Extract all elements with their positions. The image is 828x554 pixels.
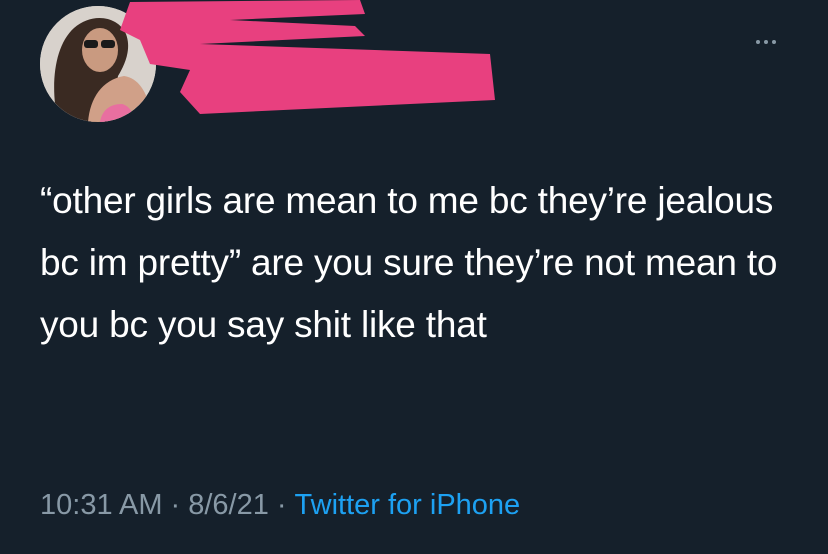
- redaction-scribble: [120, 0, 495, 114]
- tweet-date[interactable]: 8/6/21: [188, 489, 269, 521]
- more-dot: [756, 40, 760, 44]
- tweet-text: “other girls are mean to me bc they’re j…: [40, 180, 788, 345]
- tweet-source-link[interactable]: Twitter for iPhone: [295, 489, 521, 521]
- separator: ·: [276, 489, 287, 521]
- separator: ·: [170, 489, 181, 521]
- tweet: “other girls are mean to me bc they’re j…: [0, 0, 828, 554]
- tweet-time[interactable]: 10:31 AM: [40, 489, 163, 521]
- tweet-metadata: 10:31 AM · 8/6/21 · Twitter for iPhone: [40, 487, 520, 523]
- more-horizontal-icon[interactable]: [746, 30, 786, 54]
- more-dot: [764, 40, 768, 44]
- more-dot: [772, 40, 776, 44]
